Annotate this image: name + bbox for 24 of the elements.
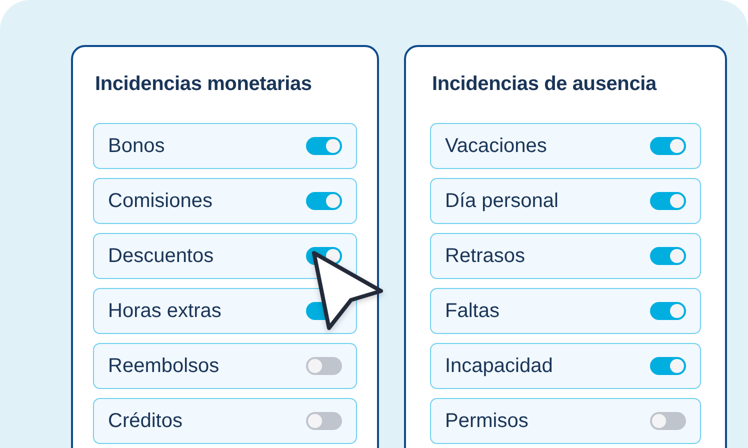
toggle-switch[interactable] [650,247,686,265]
setting-label: Horas extras [108,300,222,322]
setting-label: Vacaciones [445,134,547,158]
setting-label: Permisos [445,410,528,432]
toggle-switch[interactable] [650,192,686,210]
toggle-switch[interactable] [650,357,686,375]
setting-label: Faltas [445,300,500,322]
toggle-switch[interactable] [650,137,686,155]
toggle-switch[interactable] [306,137,342,155]
toggle-switch[interactable] [650,412,686,430]
toggle-switch[interactable] [306,192,342,210]
toggle-switch[interactable] [650,302,686,320]
toggle-switch[interactable] [306,357,342,375]
card-title: Incidencias de ausencia [432,73,658,97]
setting-label: Incapacidad [445,354,553,378]
setting-label: Comisiones [108,190,212,212]
setting-label: Reembolsos [108,354,220,378]
setting-label: Día personal [445,190,558,212]
setting-label: Bonos [108,134,165,158]
toggle-switch[interactable] [306,412,342,430]
setting-label: Descuentos [108,244,214,268]
card-title: Incidencias monetarias [95,73,313,97]
setting-label: Retrasos [445,244,526,268]
setting-label: Créditos [108,410,182,432]
